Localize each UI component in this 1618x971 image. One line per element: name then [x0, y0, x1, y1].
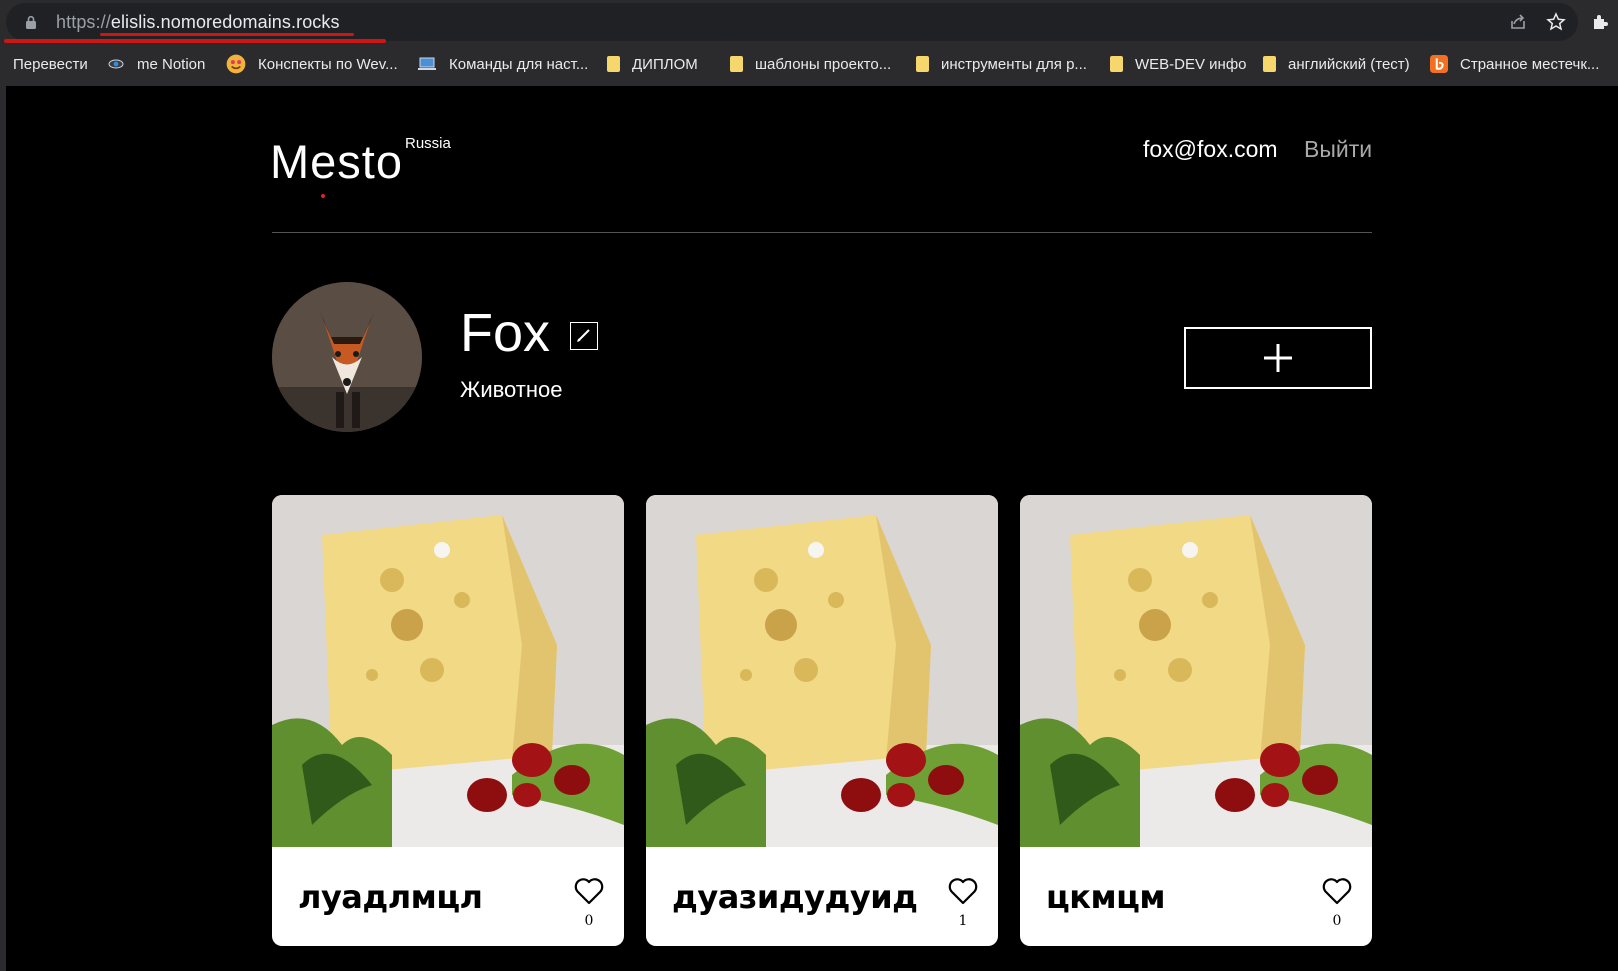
folder-icon [916, 56, 929, 72]
card: цкмцм 0 [1020, 495, 1372, 946]
url-text[interactable]: https://elislis.nomoredomains.rocks [56, 12, 340, 33]
card-image[interactable] [646, 495, 998, 847]
bookmark-label: шаблоны проекто... [755, 55, 892, 73]
bookmark-english[interactable]: английский (тест) [1263, 54, 1410, 74]
bookmark-web-notes[interactable]: Конспекты по Wev... [226, 54, 398, 74]
lock-icon [26, 15, 36, 29]
bookmark-translate[interactable]: Перевести [13, 54, 88, 74]
bookmark-label: Команды для наст... [449, 55, 589, 73]
edit-profile-button[interactable] [570, 322, 598, 350]
folder-icon [730, 56, 743, 72]
card-title: цкмцм [1046, 878, 1165, 916]
profile-about: Животное [460, 377, 563, 402]
url-highlight-underline-short [100, 33, 354, 36]
heart-icon[interactable] [948, 877, 978, 905]
bookmark-label: Странное местечк... [1460, 55, 1600, 73]
fox-avatar-image [272, 282, 422, 432]
logout-button[interactable]: Выйти [1304, 136, 1372, 163]
bookmark-webdev[interactable]: WEB-DEV инфо [1110, 54, 1247, 74]
star-icon[interactable] [1546, 12, 1566, 32]
card-image[interactable] [1020, 495, 1372, 847]
emoji-icon [226, 54, 246, 74]
url-host: elislis.nomoredomains.rocks [110, 12, 340, 32]
heart-icon[interactable] [574, 877, 604, 905]
like-count: 0 [584, 913, 594, 929]
browser-chrome: https://elislis.nomoredomains.rocks Пере… [0, 0, 1618, 86]
bookmark-label: ДИПЛОМ [632, 55, 698, 73]
bookmark-diploma[interactable]: ДИПЛОМ [607, 54, 698, 74]
url-scheme: https:// [56, 12, 111, 32]
folder-icon [1263, 56, 1276, 72]
logo-country: Russia [405, 135, 451, 152]
laptop-icon [418, 57, 436, 70]
bookmark-label: инструменты для р... [941, 55, 1087, 73]
bookmark-label: WEB-DEV инфо [1135, 55, 1247, 73]
cursor-dot [321, 194, 325, 198]
extensions-icon[interactable] [1590, 12, 1610, 32]
url-highlight-underline [4, 39, 386, 43]
eye-icon [108, 59, 124, 69]
folder-icon [1110, 56, 1123, 72]
avatar[interactable] [272, 282, 422, 432]
plus-icon [1264, 344, 1292, 372]
card: луадлмцл 0 [272, 495, 624, 946]
header-divider [272, 232, 1372, 233]
share-icon[interactable] [1508, 12, 1528, 32]
bookmark-label: me Notion [137, 55, 206, 73]
bookmark-label: английский (тест) [1288, 55, 1410, 73]
heart-icon[interactable] [1322, 877, 1352, 905]
logo[interactable]: Mesto [270, 134, 403, 189]
bookmark-templates[interactable]: шаблоны проекто... [730, 54, 891, 74]
card-title: луадлмцл [298, 878, 483, 916]
card: дуазидудуид 1 [646, 495, 998, 946]
add-card-button[interactable] [1184, 327, 1372, 389]
like-count: 1 [958, 913, 968, 929]
card-image[interactable] [272, 495, 624, 847]
bookmark-tools[interactable]: инструменты для р... [916, 54, 1087, 74]
bookmark-label: Конспекты по Wev... [258, 55, 398, 73]
folder-icon [607, 56, 620, 72]
window-edge [0, 86, 6, 971]
bookmark-label: Перевести [13, 55, 88, 73]
bookmark-commands[interactable]: Команды для наст... [417, 54, 588, 74]
orange-logo-icon [1430, 55, 1448, 73]
like-count: 0 [1332, 913, 1342, 929]
user-email: fox@fox.com [1143, 136, 1278, 162]
pencil-icon [577, 329, 590, 342]
bookmarks-bar: Перевести me Notion Конспекты по Wev... … [0, 48, 1618, 80]
bookmark-notion[interactable]: me Notion [107, 54, 205, 74]
profile-name: Fox [460, 303, 551, 363]
bookmark-strange-place[interactable]: Странное местечк... [1430, 54, 1599, 74]
card-title: дуазидудуид [672, 878, 918, 916]
